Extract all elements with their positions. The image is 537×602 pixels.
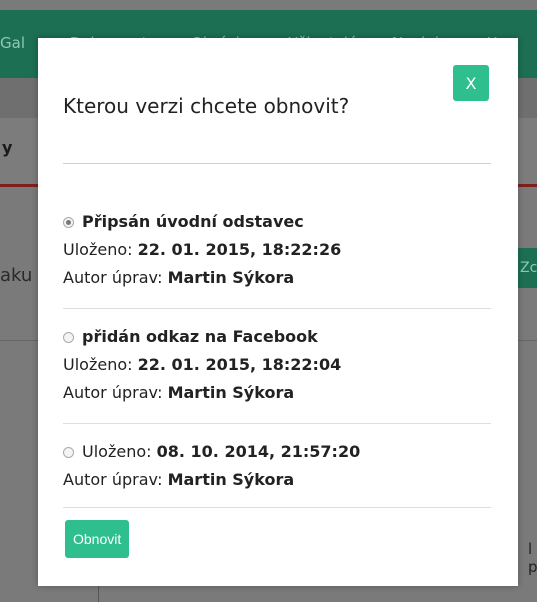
saved-timestamp: 22. 01. 2015, 18:22:26 <box>137 240 342 259</box>
background-right-button: Zc <box>517 248 537 288</box>
author-label: Autor úprav: <box>63 470 163 489</box>
author-label: Autor úprav: <box>63 383 163 402</box>
version-option[interactable]: Uloženo: 08. 10. 2014, 21:57:20 Autor úp… <box>63 438 491 494</box>
bg-nav-item: Gal <box>0 34 25 52</box>
background-right-text: l p <box>528 540 537 576</box>
background-vline <box>98 586 99 602</box>
background-left-text: aku <box>0 265 33 286</box>
author-name: Martin Sýkora <box>167 383 295 402</box>
saved-timestamp: 08. 10. 2014, 21:57:20 <box>156 442 361 461</box>
saved-label: Uloženo: <box>63 240 133 259</box>
saved-label: Uloženo: <box>63 355 133 374</box>
saved-timestamp: 22. 01. 2015, 18:22:04 <box>137 355 342 374</box>
dialog-title: Kterou verzi chcete obnovit? <box>63 94 350 118</box>
radio-button[interactable] <box>63 332 74 343</box>
restore-button[interactable]: Obnovit <box>65 520 130 558</box>
version-divider <box>63 423 491 424</box>
background-panel-text: y <box>2 138 13 157</box>
author-name: Martin Sýkora <box>167 268 295 287</box>
version-description: Připsán úvodní odstavec <box>82 212 304 231</box>
radio-button[interactable] <box>63 447 74 458</box>
title-divider <box>63 163 491 164</box>
author-label: Autor úprav: <box>63 268 163 287</box>
version-divider <box>63 308 491 309</box>
radio-button[interactable] <box>63 217 74 228</box>
saved-label: Uloženo: <box>82 442 152 461</box>
version-option[interactable]: přidán odkaz na Facebook Uloženo: 22. 01… <box>63 323 491 407</box>
version-divider <box>63 507 491 508</box>
author-name: Martin Sýkora <box>167 470 295 489</box>
version-description: přidán odkaz na Facebook <box>82 327 318 346</box>
version-option[interactable]: Připsán úvodní odstavec Uloženo: 22. 01.… <box>63 208 491 292</box>
close-button[interactable]: X <box>453 65 489 101</box>
restore-version-dialog: Kterou verzi chcete obnovit? X Připsán ú… <box>38 38 518 586</box>
